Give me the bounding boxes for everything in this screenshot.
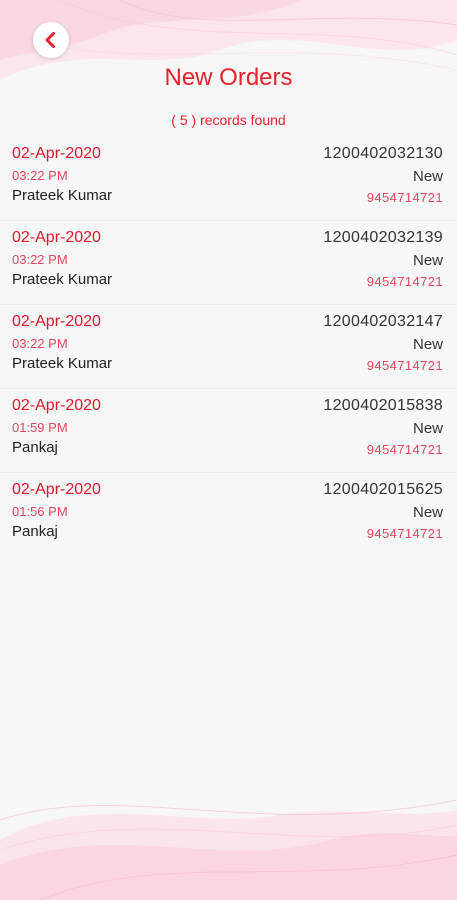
customer-phone[interactable]: 9454714721 <box>367 526 443 541</box>
order-time: 03:22 PM <box>12 252 68 267</box>
customer-name: Prateek Kumar <box>12 271 113 288</box>
footer-wave-decoration <box>0 799 457 900</box>
order-date: 02-Apr-2020 <box>12 481 101 498</box>
order-time: 01:56 PM <box>12 504 68 519</box>
order-time: 01:59 PM <box>12 420 68 435</box>
page-title: New Orders <box>164 64 293 91</box>
customer-name: Prateek Kumar <box>12 187 113 204</box>
order-status: New <box>412 252 443 269</box>
order-row[interactable]: 02-Apr-2020 01:59 PM Pankaj 120040201583… <box>0 389 457 473</box>
order-time: 03:22 PM <box>12 336 68 351</box>
order-status: New <box>412 420 443 437</box>
order-row[interactable]: 02-Apr-2020 03:22 PM Prateek Kumar 12004… <box>0 305 457 389</box>
customer-phone[interactable]: 9454714721 <box>367 442 443 457</box>
customer-phone[interactable]: 9454714721 <box>367 274 443 289</box>
order-row[interactable]: 02-Apr-2020 03:22 PM Prateek Kumar 12004… <box>0 221 457 305</box>
orders-screen: New Orders ( 5 ) records found 02-Apr-20… <box>0 0 457 900</box>
order-id: 1200402015838 <box>323 397 443 414</box>
order-id: 1200402032130 <box>323 145 443 162</box>
order-id: 1200402032139 <box>323 229 443 246</box>
order-id: 1200402015625 <box>323 481 443 498</box>
customer-name: Pankaj <box>12 523 58 540</box>
customer-phone[interactable]: 9454714721 <box>367 358 443 373</box>
order-date: 02-Apr-2020 <box>12 313 101 330</box>
order-row[interactable]: 02-Apr-2020 03:22 PM Prateek Kumar 12004… <box>0 137 457 221</box>
records-count: ( 5 ) records found <box>171 112 286 128</box>
order-date: 02-Apr-2020 <box>12 145 101 162</box>
header-wave-decoration <box>0 0 457 80</box>
order-row[interactable]: 02-Apr-2020 01:56 PM Pankaj 120040201562… <box>0 473 457 556</box>
customer-name: Prateek Kumar <box>12 355 113 372</box>
back-button[interactable] <box>33 22 69 58</box>
customer-phone[interactable]: 9454714721 <box>367 190 443 205</box>
order-status: New <box>412 336 443 353</box>
order-id: 1200402032147 <box>323 313 443 330</box>
order-date: 02-Apr-2020 <box>12 397 101 414</box>
chevron-left-icon <box>45 32 55 48</box>
order-status: New <box>412 168 443 185</box>
order-status: New <box>412 504 443 521</box>
orders-list: 02-Apr-2020 03:22 PM Prateek Kumar 12004… <box>0 137 457 556</box>
order-date: 02-Apr-2020 <box>12 229 101 246</box>
customer-name: Pankaj <box>12 439 58 456</box>
order-time: 03:22 PM <box>12 168 68 183</box>
